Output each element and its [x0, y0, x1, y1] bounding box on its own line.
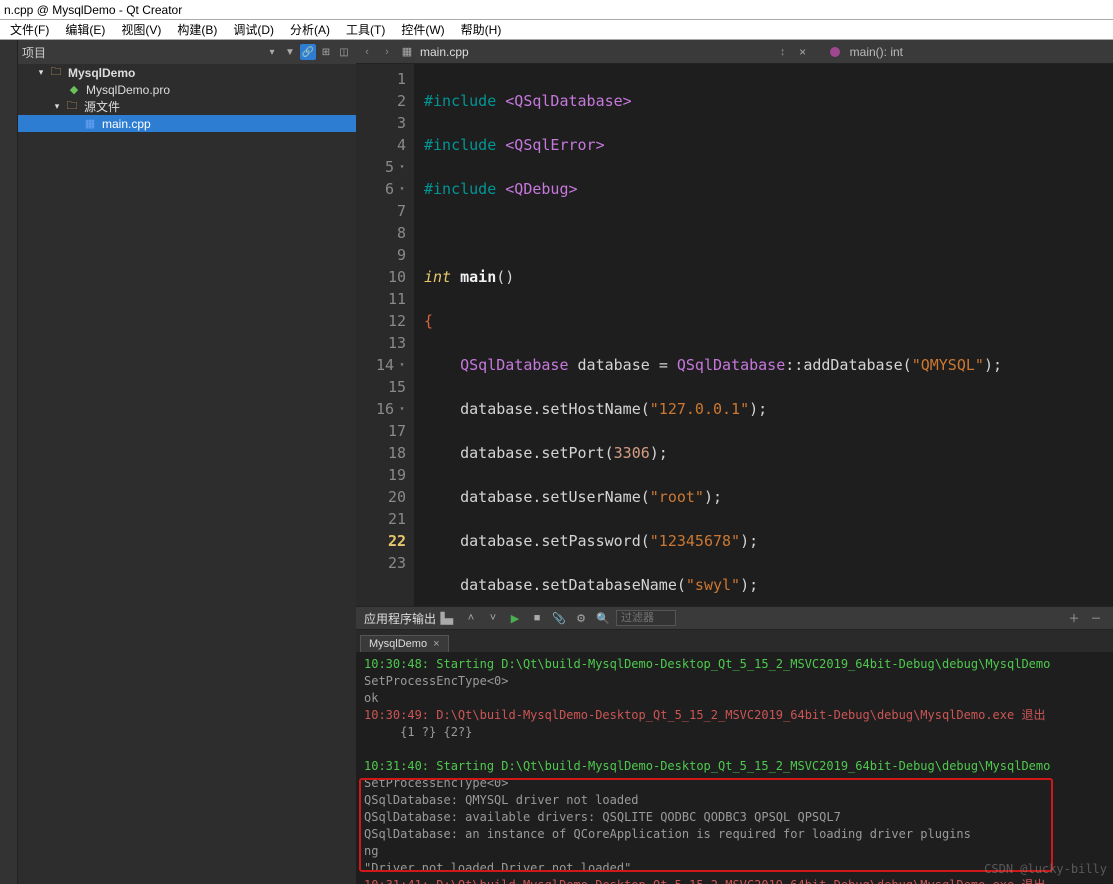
function-signature[interactable]: main(): int — [850, 45, 903, 59]
output-line: ng — [364, 843, 1105, 860]
watermark-text: CSDN @lucky-billy — [984, 861, 1107, 878]
attach-icon[interactable]: 📎 — [550, 609, 568, 627]
output-line: 10:31:41: D:\Qt\build-MysqlDemo-Desktop_… — [364, 877, 1105, 884]
tree-sources-folder[interactable]: ▾🗀 源文件 — [18, 98, 356, 115]
output-line: ok — [364, 690, 1105, 707]
remove-output-icon[interactable]: － — [1087, 609, 1105, 627]
add-icon[interactable]: ⊞ — [318, 44, 334, 60]
output-line: QSqlDatabase: an instance of QCoreApplic… — [364, 826, 1105, 843]
output-line: QSqlDatabase: QMYSQL driver not loaded — [364, 792, 1105, 809]
line-gutter: 1 2 3 4 5▾ 6▾ 7 8 9 10 11 12 13 14▾ 15 1… — [356, 64, 414, 606]
run-icon[interactable]: ▶ — [506, 609, 524, 627]
tree-project-root[interactable]: ▾🗀 MysqlDemo — [18, 64, 356, 81]
output-toolbar: 应用程序输出 ▙▖ ˄ ˅ ▶ ■ 📎 ⚙ 🔍 ＋ － — [356, 606, 1113, 630]
output-line: SetProcessEncType<0> — [364, 775, 1105, 792]
add-output-icon[interactable]: ＋ — [1065, 609, 1083, 627]
menu-analyze[interactable]: 分析(A) — [284, 19, 336, 40]
menu-tools[interactable]: 工具(T) — [340, 19, 391, 40]
output-line: 10:31:40: Starting D:\Qt\build-MysqlDemo… — [364, 758, 1105, 775]
open-file-name[interactable]: main.cpp — [420, 45, 469, 59]
up-icon[interactable]: ˄ — [462, 609, 480, 627]
menu-file[interactable]: 文件(F) — [4, 19, 55, 40]
split-icon[interactable]: ◫ — [336, 44, 352, 60]
menu-debug[interactable]: 调试(D) — [227, 19, 280, 40]
link-icon[interactable]: 🔗 — [300, 44, 316, 60]
output-line: {1 ?} {2?} — [364, 724, 1105, 741]
nav-fwd-icon[interactable]: › — [380, 43, 394, 61]
output-line — [364, 741, 1105, 758]
output-tab-mysqldemo[interactable]: MysqlDemo × — [360, 635, 449, 652]
code-editor[interactable]: 1 2 3 4 5▾ 6▾ 7 8 9 10 11 12 13 14▾ 15 1… — [356, 64, 1113, 606]
menu-edit[interactable]: 编辑(E) — [59, 19, 111, 40]
settings-icon[interactable]: ⚙ — [572, 609, 590, 627]
output-pane[interactable]: 10:30:48: Starting D:\Qt\build-MysqlDemo… — [356, 652, 1113, 884]
window-titlebar: n.cpp @ MysqlDemo - Qt Creator — [0, 0, 1113, 20]
file-icon: ▦ — [400, 45, 414, 59]
editor-tabbar: ‹ › ▦ main.cpp ↕ × main(): int — [356, 40, 1113, 64]
output-tabs: MysqlDemo × — [356, 630, 1113, 652]
project-sidebar: 项目 ▾ ▼ 🔗 ⊞ ◫ ▾🗀 MysqlDemo ◆ MysqlDemo.pr… — [18, 40, 356, 884]
clear-icon[interactable]: ▙▖ — [440, 609, 458, 627]
funnel-icon[interactable]: ▼ — [282, 44, 298, 60]
menu-widgets[interactable]: 控件(W) — [395, 19, 450, 40]
menu-help[interactable]: 帮助(H) — [455, 19, 508, 40]
output-line: SetProcessEncType<0> — [364, 673, 1105, 690]
tree-pro-file[interactable]: ◆ MysqlDemo.pro — [18, 81, 356, 98]
output-line: 10:30:48: Starting D:\Qt\build-MysqlDemo… — [364, 656, 1105, 673]
filter-input[interactable] — [616, 610, 676, 626]
menubar: 文件(F) 编辑(E) 视图(V) 构建(B) 调试(D) 分析(A) 工具(T… — [0, 20, 1113, 40]
window-title: n.cpp @ MysqlDemo - Qt Creator — [4, 3, 182, 17]
project-tree[interactable]: ▾🗀 MysqlDemo ◆ MysqlDemo.pro ▾🗀 源文件 ▦ ma… — [18, 64, 356, 884]
menu-build[interactable]: 构建(B) — [171, 19, 223, 40]
output-line: 10:30:49: D:\Qt\build-MysqlDemo-Desktop_… — [364, 707, 1105, 724]
stop-icon[interactable]: ■ — [528, 609, 546, 627]
file-switcher-icon[interactable]: ↕ — [776, 43, 790, 61]
code-area[interactable]: #include <QSqlDatabase> #include <QSqlEr… — [414, 64, 1113, 606]
nav-back-icon[interactable]: ‹ — [360, 43, 374, 61]
output-line: QSqlDatabase: available drivers: QSQLITE… — [364, 809, 1105, 826]
function-dot-icon — [830, 47, 840, 57]
filter-icon[interactable]: ▾ — [264, 44, 280, 60]
search-icon[interactable]: 🔍 — [594, 609, 612, 627]
menu-view[interactable]: 视图(V) — [115, 19, 167, 40]
down-icon[interactable]: ˅ — [484, 609, 502, 627]
tree-main-cpp[interactable]: ▦ main.cpp — [18, 115, 356, 132]
sidebar-title[interactable]: 项目 — [22, 44, 46, 61]
mode-strip[interactable] — [0, 40, 18, 884]
close-file-icon[interactable]: × — [796, 45, 810, 59]
output-title: 应用程序输出 — [364, 610, 436, 627]
close-icon[interactable]: × — [433, 638, 439, 650]
